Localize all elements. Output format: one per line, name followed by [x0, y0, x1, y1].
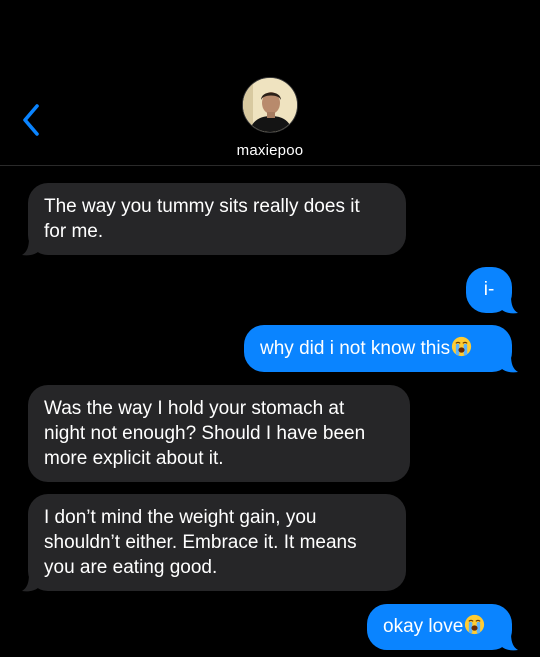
outgoing-bubble-tail	[502, 296, 518, 314]
outgoing-message-bubble[interactable]: why did i not know this	[244, 325, 512, 372]
message-text-line: The way you tummy sits really does it	[44, 196, 360, 217]
conversation-header: maxiepoo	[0, 0, 540, 166]
back-button[interactable]	[18, 102, 46, 138]
loudly-crying-face-icon	[465, 614, 485, 635]
message-text-line: for me.	[44, 221, 104, 242]
message-text-line: Was the way I hold your stomach at	[44, 398, 345, 419]
outgoing-bubble-tail	[502, 633, 518, 651]
incoming-message-bubble[interactable]: I don’t mind the weight gain, you should…	[28, 494, 406, 591]
message-text-line: shouldn’t either. Embrace it. It means	[44, 532, 357, 553]
contact-name[interactable]: maxiepoo	[0, 142, 540, 159]
outgoing-bubble-tail	[502, 355, 518, 373]
message-text-line: more explicit about it.	[44, 448, 224, 469]
incoming-bubble-tail	[22, 574, 38, 592]
message-text-line: I don’t mind the weight gain, you	[44, 507, 317, 528]
incoming-bubble-tail	[22, 238, 38, 256]
outgoing-message-bubble[interactable]: okay love	[367, 604, 512, 650]
chevron-left-icon	[23, 104, 39, 136]
incoming-message-bubble[interactable]: The way you tummy sits really does it fo…	[28, 183, 406, 255]
message-text-line: why did i not know this	[260, 338, 451, 359]
avatar[interactable]	[242, 77, 298, 133]
message-text-line: okay love	[383, 616, 464, 637]
contact-photo	[243, 78, 297, 132]
incoming-message-bubble[interactable]: Was the way I hold your stomach at night…	[28, 385, 410, 482]
message-text-line: night not enough? Should I have been	[44, 423, 366, 444]
loudly-crying-face-icon	[451, 336, 472, 357]
message-text-line: you are eating good.	[44, 557, 218, 578]
